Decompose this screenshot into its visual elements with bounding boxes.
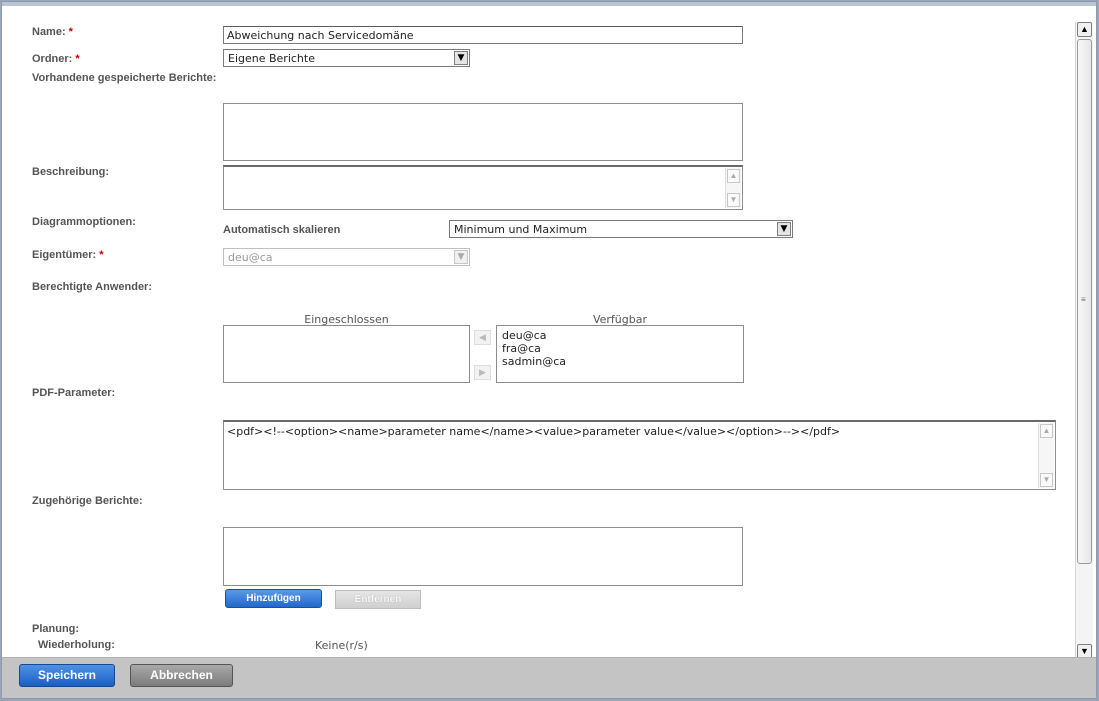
- description-textarea[interactable]: ▲ ▼: [223, 165, 743, 210]
- add-button[interactable]: Hinzufügen: [225, 589, 322, 608]
- grip-icon: ≡: [1081, 295, 1086, 304]
- planning-label: Planung:: [32, 623, 80, 635]
- available-users-list[interactable]: deu@ca fra@ca sadmin@ca: [496, 325, 744, 383]
- auto-scale-select-value: Minimum und Maximum: [454, 223, 588, 236]
- remove-button: Entfernen: [335, 590, 421, 609]
- pdf-params-value: <pdf><!--<option><name>parameter name</n…: [227, 425, 841, 438]
- main-scrollbar[interactable]: ▲ ≡ ▼: [1075, 22, 1093, 659]
- chevron-up-icon[interactable]: ▲: [727, 169, 740, 183]
- required-marker: *: [99, 249, 104, 261]
- required-marker: *: [75, 53, 80, 65]
- chevron-down-icon[interactable]: ▼: [727, 193, 740, 207]
- list-item[interactable]: fra@ca: [497, 342, 743, 355]
- pdf-params-textarea[interactable]: <pdf><!--<option><name>parameter name</n…: [223, 420, 1056, 490]
- owner-label: Eigentümer: *: [32, 249, 104, 261]
- chevron-up-icon[interactable]: ▲: [1040, 424, 1053, 438]
- list-item[interactable]: deu@ca: [497, 329, 743, 342]
- repeat-value: Keine(r/s): [315, 639, 368, 652]
- existing-reports-list[interactable]: [223, 103, 743, 161]
- related-reports-list[interactable]: [223, 527, 743, 586]
- save-button[interactable]: Speichern: [19, 664, 115, 687]
- required-marker: *: [68, 26, 73, 38]
- pdf-params-label: PDF-Parameter:: [32, 387, 116, 399]
- arrow-right-icon[interactable]: ▶: [474, 365, 491, 380]
- dialog-footer: Speichern Abbrechen: [2, 657, 1096, 698]
- authorized-users-label: Berechtigte Anwender:: [32, 281, 153, 293]
- chevron-down-icon[interactable]: ▼: [777, 222, 791, 236]
- chevron-down-icon[interactable]: ▼: [1040, 473, 1053, 487]
- auto-scale-label: Automatisch skalieren: [223, 224, 341, 236]
- repeat-label: Wiederholung:: [38, 639, 115, 651]
- auto-scale-select[interactable]: Minimum und Maximum ▼: [449, 220, 793, 238]
- owner-select-value: deu@ca: [228, 251, 273, 264]
- included-users-list[interactable]: [223, 325, 470, 383]
- chevron-up-icon[interactable]: ▲: [1077, 22, 1092, 37]
- folder-select-value: Eigene Berichte: [228, 52, 315, 65]
- existing-reports-label: Vorhandene gespeicherte Berichte:: [32, 72, 217, 84]
- owner-select: deu@ca ▼: [223, 248, 470, 266]
- cancel-button[interactable]: Abbrechen: [130, 664, 233, 687]
- chevron-down-icon: ▼: [454, 250, 468, 264]
- report-dialog: Name: * Abweichung nach Servicedomäne Ord…: [1, 1, 1097, 699]
- folder-select[interactable]: Eigene Berichte ▼: [223, 49, 470, 67]
- name-label: Name: *: [32, 26, 73, 38]
- chart-options-label: Diagrammoptionen:: [32, 216, 136, 228]
- description-label: Beschreibung:: [32, 166, 110, 178]
- list-item[interactable]: sadmin@ca: [497, 355, 743, 368]
- form-content: Name: * Abweichung nach Servicedomäne Ord…: [2, 6, 1072, 660]
- arrow-left-icon[interactable]: ◀: [474, 330, 491, 345]
- related-reports-label: Zugehörige Berichte:: [32, 495, 143, 507]
- folder-label: Ordner: *: [32, 53, 80, 65]
- description-scrollbar[interactable]: ▲ ▼: [725, 168, 741, 208]
- chevron-down-icon[interactable]: ▼: [454, 51, 468, 65]
- name-input[interactable]: Abweichung nach Servicedomäne: [223, 26, 743, 44]
- pdf-params-scrollbar[interactable]: ▲ ▼: [1038, 423, 1054, 488]
- scrollbar-thumb[interactable]: ≡: [1077, 39, 1092, 564]
